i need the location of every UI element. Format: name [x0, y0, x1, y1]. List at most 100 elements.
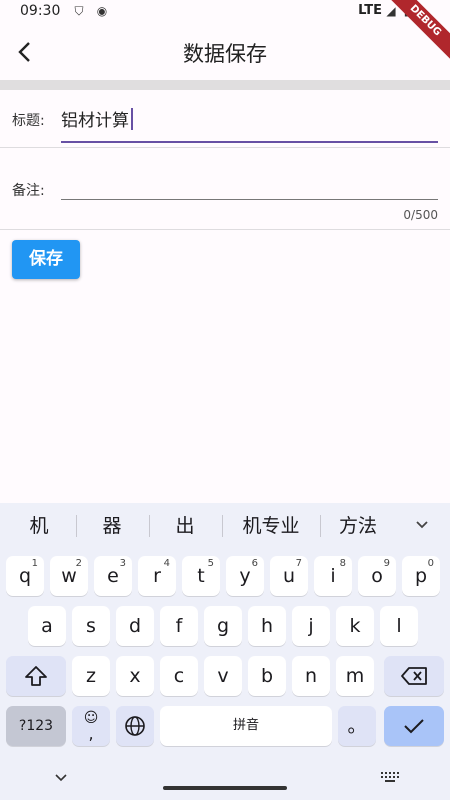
- letter-key[interactable]: n: [292, 656, 330, 696]
- signal-icon: ◢: [386, 4, 396, 18]
- backspace-key[interactable]: [384, 656, 444, 696]
- candidate-word[interactable]: 出: [160, 510, 210, 542]
- comma-label: ,: [88, 724, 94, 743]
- emoji-comma-key[interactable]: ☺ ,: [72, 706, 110, 746]
- candidate-word[interactable]: 方法: [328, 510, 388, 542]
- key-label: e: [107, 565, 119, 587]
- candidate-separator: [320, 515, 321, 537]
- letter-key[interactable]: c: [160, 656, 198, 696]
- key-label: u: [282, 565, 296, 587]
- appbar-divider: [0, 80, 450, 90]
- key-label: t: [197, 565, 205, 587]
- letter-key[interactable]: u7: [270, 556, 308, 596]
- letter-key[interactable]: a: [28, 606, 66, 646]
- shield-icon: ⛉: [74, 4, 84, 18]
- emoji-icon: ☺: [83, 710, 99, 726]
- letter-key[interactable]: x: [116, 656, 154, 696]
- space-key[interactable]: 拼音: [160, 706, 332, 746]
- checkmark-icon: [404, 719, 424, 734]
- back-arrow-icon[interactable]: [14, 38, 38, 66]
- note-label: 备注:: [12, 183, 45, 199]
- candidate-word[interactable]: 机专业: [230, 510, 312, 542]
- key-label: q: [18, 565, 32, 587]
- candidate-separator: [222, 515, 223, 537]
- letter-key[interactable]: r4: [138, 556, 176, 596]
- app-status-icon: ◉: [96, 4, 108, 18]
- key-label: n: [304, 665, 318, 687]
- keyboard-switch-icon[interactable]: [380, 768, 400, 787]
- key-label: l: [396, 615, 402, 637]
- key-label: i: [330, 565, 336, 587]
- key-label: x: [129, 665, 141, 687]
- letter-key[interactable]: o9: [358, 556, 396, 596]
- key-label: m: [345, 665, 365, 687]
- key-label: y: [239, 565, 251, 587]
- note-char-counter: 0/500: [403, 208, 438, 222]
- key-label: g: [216, 615, 230, 637]
- key-number-hint: 6: [251, 558, 258, 569]
- key-number-hint: 2: [75, 558, 82, 569]
- enter-key[interactable]: [384, 706, 444, 746]
- candidate-word[interactable]: 机: [14, 510, 64, 542]
- status-time: 09:30: [20, 3, 61, 19]
- status-bar: 09:30 ⛉ ◉ LTE ◢ ▮ DEBUG: [0, 0, 450, 67]
- letter-key[interactable]: k: [336, 606, 374, 646]
- key-number-hint: 1: [31, 558, 38, 569]
- key-label: b: [260, 665, 274, 687]
- navigation-handle[interactable]: [163, 786, 287, 790]
- key-label: w: [61, 565, 77, 587]
- key-label: a: [41, 615, 53, 637]
- key-label: h: [260, 615, 274, 637]
- language-globe-key[interactable]: [116, 706, 154, 746]
- letter-key[interactable]: t5: [182, 556, 220, 596]
- letter-key[interactable]: j: [292, 606, 330, 646]
- candidate-word[interactable]: 器: [87, 510, 137, 542]
- period-key[interactable]: 。: [338, 706, 376, 746]
- letter-key[interactable]: v: [204, 656, 242, 696]
- key-label: z: [86, 665, 96, 687]
- letter-key[interactable]: p0: [402, 556, 440, 596]
- hide-keyboard-chevron-icon[interactable]: [54, 768, 68, 787]
- letter-key[interactable]: i8: [314, 556, 352, 596]
- candidate-separator: [76, 515, 77, 537]
- soft-keyboard: [0, 503, 450, 800]
- globe-icon: [125, 716, 145, 736]
- key-number-hint: 4: [163, 558, 170, 569]
- letter-key[interactable]: w2: [50, 556, 88, 596]
- page-title: 数据保存: [183, 42, 267, 66]
- key-label: s: [86, 615, 96, 637]
- network-type: LTE: [358, 3, 382, 18]
- letter-key[interactable]: b: [248, 656, 286, 696]
- note-input[interactable]: [61, 172, 438, 198]
- shift-key[interactable]: [6, 656, 66, 696]
- title-label: 标题:: [12, 113, 45, 129]
- letter-key[interactable]: q1: [6, 556, 44, 596]
- key-label: c: [173, 665, 185, 687]
- key-number-hint: 8: [339, 558, 346, 569]
- key-label: j: [308, 615, 314, 637]
- note-input-underline: [61, 199, 438, 200]
- save-button[interactable]: 保存: [12, 240, 80, 279]
- letter-key[interactable]: f: [160, 606, 198, 646]
- letter-key[interactable]: l: [380, 606, 418, 646]
- letter-key[interactable]: d: [116, 606, 154, 646]
- letter-key[interactable]: g: [204, 606, 242, 646]
- symbols-key[interactable]: ?123: [6, 706, 66, 746]
- letter-key[interactable]: y6: [226, 556, 264, 596]
- key-label: p: [414, 565, 428, 587]
- letter-key[interactable]: z: [72, 656, 110, 696]
- text-cursor: [131, 108, 133, 130]
- expand-candidates-chevron-icon[interactable]: [408, 510, 436, 542]
- letter-key[interactable]: e3: [94, 556, 132, 596]
- letter-key[interactable]: m: [336, 656, 374, 696]
- key-label: f: [175, 615, 183, 637]
- key-number-hint: 5: [207, 558, 214, 569]
- title-input-value: 铝材计算: [61, 111, 129, 131]
- key-number-hint: 0: [427, 558, 434, 569]
- letter-key[interactable]: s: [72, 606, 110, 646]
- title-input[interactable]: 铝材计算: [61, 106, 133, 136]
- key-label: k: [349, 615, 361, 637]
- key-label: r: [153, 565, 161, 587]
- key-number-hint: 7: [295, 558, 302, 569]
- letter-key[interactable]: h: [248, 606, 286, 646]
